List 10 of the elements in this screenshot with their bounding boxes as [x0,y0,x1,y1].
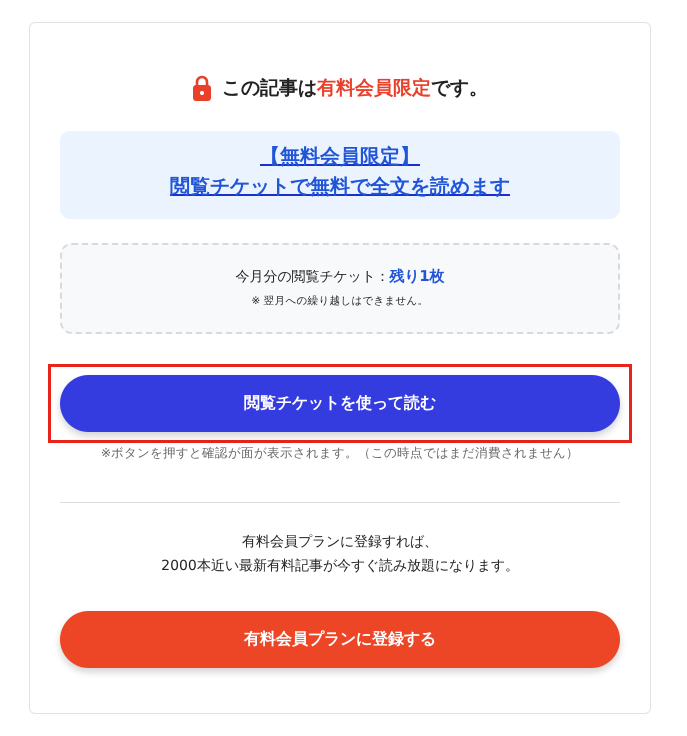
ticket-note: ※ 翌月への繰り越しはできません。 [251,294,429,308]
button-note: ※ボタンを押すと確認が面が表示されます。（この時点ではまだ消費されません） [100,445,580,462]
lock-icon [192,75,212,101]
register-button[interactable]: 有料会員プランに登録する [60,610,620,668]
heading: この記事は有料会員限定です。 [222,76,488,101]
use-ticket-button[interactable]: 閲覧チケットを使って読む [60,375,620,432]
plan-description: 有料会員プランに登録すれば、 2000本近い最新有料記事が今すぐ読み放題になります。 [160,533,520,576]
ticket-count: 今月分の閲覧チケット：残り1枚 [235,267,445,286]
free-read-link[interactable]: 閲覧チケットで無料で全文を読めます [170,171,510,201]
free-read-link[interactable]: 【無料会員限定】 [260,141,420,171]
